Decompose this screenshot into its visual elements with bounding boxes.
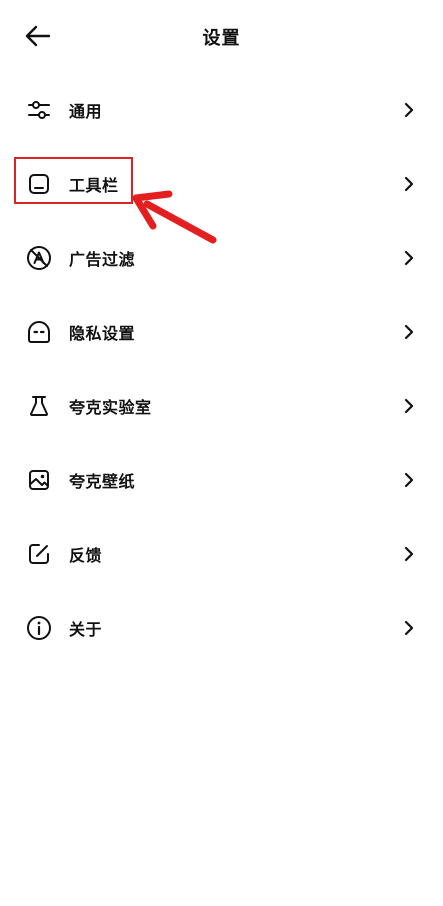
menu-item-toolbar[interactable]: 工具栏 xyxy=(0,147,443,221)
menu-item-label: 夸克壁纸 xyxy=(69,472,136,491)
menu-item-label: 广告过滤 xyxy=(69,250,136,269)
flask-icon xyxy=(26,393,52,419)
toolbar-icon xyxy=(26,171,52,197)
menu-item-label: 隐私设置 xyxy=(69,324,136,343)
menu-item-label: 关于 xyxy=(69,620,103,639)
privacy-icon xyxy=(26,319,52,345)
menu-item-label: 反馈 xyxy=(69,546,103,565)
chevron-right-icon xyxy=(404,102,414,118)
page-title: 设置 xyxy=(202,28,241,49)
menu-item-label: 工具栏 xyxy=(69,176,119,195)
menu-item-label: 夸克实验室 xyxy=(69,398,152,417)
chevron-right-icon xyxy=(404,176,414,192)
menu-item-privacy[interactable]: 隐私设置 xyxy=(0,295,443,369)
menu-item-about[interactable]: 关于 xyxy=(0,591,443,665)
ad-block-icon xyxy=(26,245,52,271)
image-icon xyxy=(26,467,52,493)
sliders-icon xyxy=(26,97,52,123)
menu-item-wallpaper[interactable]: 夸克壁纸 xyxy=(0,443,443,517)
menu-item-feedback[interactable]: 反馈 xyxy=(0,517,443,591)
menu-item-lab[interactable]: 夸克实验室 xyxy=(0,369,443,443)
menu-item-ad-filter[interactable]: 广告过滤 xyxy=(0,221,443,295)
info-icon xyxy=(26,615,52,641)
chevron-right-icon xyxy=(404,620,414,636)
chevron-right-icon xyxy=(404,324,414,340)
chevron-right-icon xyxy=(404,398,414,414)
settings-menu: 通用 工具栏 广告过滤 隐私设置 夸克实验室 夸克壁纸 反馈 关于 xyxy=(0,73,443,665)
edit-icon xyxy=(26,541,52,567)
menu-item-label: 通用 xyxy=(69,102,103,121)
menu-item-general[interactable]: 通用 xyxy=(0,73,443,147)
header-bar: 设置 xyxy=(0,0,443,72)
chevron-right-icon xyxy=(404,546,414,562)
chevron-right-icon xyxy=(404,472,414,488)
chevron-right-icon xyxy=(404,250,414,266)
